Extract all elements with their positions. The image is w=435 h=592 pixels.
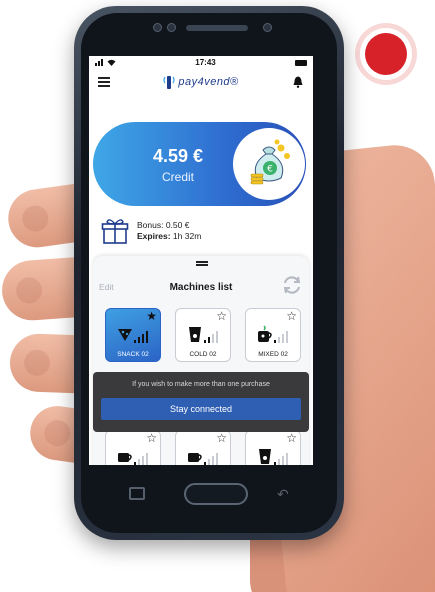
app-screen: 17:43 pay4vend® 4.59 € Credit € Bonus: 0…	[89, 56, 313, 465]
money-bag-icon: €	[250, 139, 290, 185]
knuckle	[15, 276, 43, 305]
machine-tile[interactable]: ☆	[175, 430, 231, 465]
drag-handle[interactable]	[196, 261, 208, 266]
favorite-star-icon[interactable]: ☆	[216, 310, 227, 322]
sensor-icon	[167, 23, 176, 32]
back-key-icon[interactable]: ↶	[277, 487, 295, 501]
logo-mark-icon	[163, 76, 175, 89]
speaker-grille	[186, 25, 248, 31]
bonus-info: Bonus: 0.50 € Expires: 1h 32m	[101, 216, 301, 246]
coffee-icon	[118, 453, 132, 462]
machines-panel: Edit Machines list ★ SNACK 02 ☆ COLD 02 …	[93, 256, 309, 465]
record-button[interactable]	[355, 23, 417, 85]
status-time: 17:43	[195, 58, 216, 67]
signal-strength-icon	[274, 453, 288, 465]
stay-connected-button[interactable]: Stay connected	[101, 398, 301, 420]
expires-value: 1h 32m	[172, 231, 202, 241]
home-button[interactable]	[184, 483, 248, 505]
toast-message: If you wish to make more than one purcha…	[132, 381, 270, 388]
machine-label: MIXED 02	[258, 351, 288, 358]
status-bar: 17:43	[89, 56, 313, 69]
record-dot-icon	[365, 33, 407, 75]
credit-illustration: €	[233, 128, 305, 200]
favorite-star-icon[interactable]: ☆	[216, 432, 227, 444]
machine-tile[interactable]: ☆	[105, 430, 161, 465]
credit-card[interactable]: 4.59 € Credit €	[93, 122, 306, 206]
signal-strength-icon	[274, 331, 288, 343]
bonus-expiry: Expires: 1h 32m	[137, 231, 201, 242]
cold-drink-icon	[189, 327, 201, 342]
record-ring	[360, 28, 412, 80]
app-logo: pay4vend®	[163, 74, 238, 90]
machine-label: COLD 02	[189, 351, 217, 358]
machine-tile-snack-02[interactable]: ★ SNACK 02	[105, 308, 161, 362]
signal-strength-icon	[134, 453, 148, 465]
gift-icon	[101, 219, 129, 244]
coffee-icon	[188, 453, 202, 462]
expires-label: Expires:	[137, 231, 171, 241]
machines-header: Edit Machines list	[93, 276, 309, 296]
knuckle	[23, 349, 51, 377]
stay-connected-toast: If you wish to make more than one purcha…	[93, 372, 309, 432]
machine-tile-mixed-02[interactable]: ☆ MIXED 02	[245, 308, 301, 362]
sensor-icon	[153, 23, 162, 32]
battery-icon	[295, 59, 307, 66]
machine-label: SNACK 02	[117, 351, 149, 358]
wifi-icon	[107, 59, 116, 66]
credit-label: Credit	[161, 170, 194, 184]
refresh-icon[interactable]	[281, 274, 303, 296]
favorite-star-icon[interactable]: ☆	[146, 432, 157, 444]
favorite-star-icon[interactable]: ★	[146, 310, 157, 322]
favorite-star-icon[interactable]: ☆	[286, 310, 297, 322]
logo-text: pay4vend®	[178, 76, 239, 88]
signal-strength-icon	[134, 331, 148, 343]
svg-text:€: €	[267, 165, 273, 175]
menu-icon[interactable]	[98, 77, 110, 87]
bonus-amount: Bonus: 0.50 €	[137, 220, 190, 230]
knuckle	[42, 418, 72, 448]
stage: ↶ 17:43 pay4vend® 4.59 € Credit € Bonus:…	[0, 0, 435, 592]
signal-icon	[95, 59, 103, 66]
bell-icon[interactable]	[293, 76, 303, 88]
signal-strength-icon	[204, 453, 218, 465]
recent-apps-key[interactable]	[129, 487, 145, 500]
machines-title: Machines list	[169, 282, 233, 293]
machine-tile[interactable]: ☆	[245, 430, 301, 465]
snack-icon	[118, 329, 132, 341]
mixed-icon	[258, 325, 272, 342]
knuckle	[20, 203, 51, 234]
front-camera-icon	[263, 23, 272, 32]
cold-drink-icon	[259, 449, 271, 464]
app-bar: pay4vend®	[89, 69, 313, 95]
signal-strength-icon	[204, 331, 218, 343]
favorite-star-icon[interactable]: ☆	[286, 432, 297, 444]
bonus-text: Bonus: 0.50 € Expires: 1h 32m	[137, 220, 201, 242]
machine-tile-cold-02[interactable]: ☆ COLD 02	[175, 308, 231, 362]
status-left	[95, 59, 116, 66]
credit-amount: 4.59 €	[152, 146, 204, 166]
